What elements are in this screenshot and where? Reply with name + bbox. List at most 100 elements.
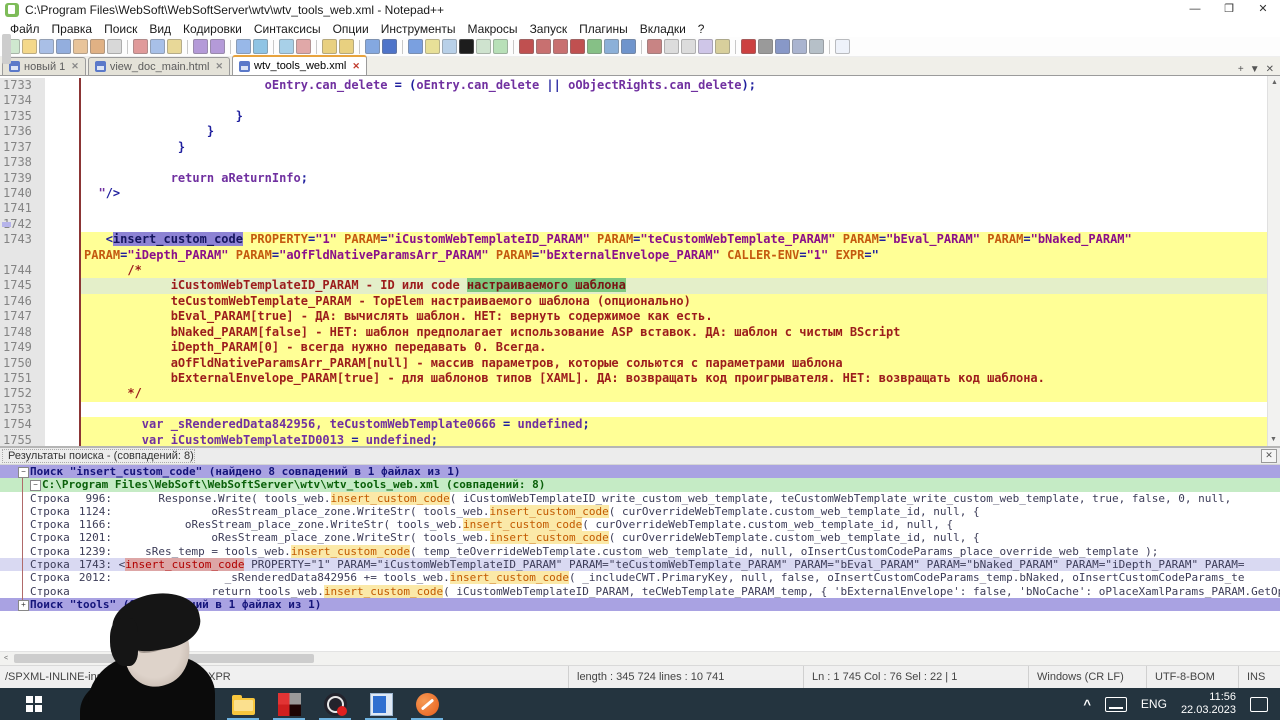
menu-item-Запуск[interactable]: Запуск xyxy=(524,21,574,37)
editor-line[interactable]: 1745 iCustomWebTemplateID_PARAM - ID или… xyxy=(0,278,1267,294)
menu-item-Вкладки[interactable]: Вкладки xyxy=(634,21,692,37)
macro-run-icon[interactable] xyxy=(621,39,636,54)
sync-horizontal-icon[interactable] xyxy=(339,39,354,54)
undo-icon[interactable] xyxy=(193,39,208,54)
step-over-icon[interactable] xyxy=(775,39,790,54)
tab-close-icon[interactable]: ✕ xyxy=(71,61,79,72)
copy-icon[interactable] xyxy=(150,39,165,54)
print-icon[interactable] xyxy=(107,39,122,54)
sync-vertical-icon[interactable] xyxy=(322,39,337,54)
show-symbols-icon[interactable] xyxy=(382,39,397,54)
editor-line[interactable]: 1735 } xyxy=(0,108,1267,125)
tab-wtv_tools_web.xml[interactable]: wtv_tools_web.xml ✕ xyxy=(232,55,367,75)
word-wrap-icon[interactable] xyxy=(365,39,380,54)
taskbar-app-obs-studio[interactable] xyxy=(312,688,358,720)
zoom-in-icon[interactable] xyxy=(279,39,294,54)
eye-icon[interactable] xyxy=(715,39,730,54)
menu-item-Вид[interactable]: Вид xyxy=(143,21,177,37)
file-header-row[interactable]: C:\Program Files\WebSoft\WebSoftServer\w… xyxy=(0,478,1280,492)
doc2-icon[interactable] xyxy=(681,39,696,54)
indent-guide-icon[interactable] xyxy=(408,39,423,54)
func-list-icon[interactable] xyxy=(792,39,807,54)
keyboard-layout-icon[interactable] xyxy=(1104,696,1127,712)
result-row[interactable]: Строка 2012: _sRenderedData842956 += tool… xyxy=(0,571,1280,585)
editor-line[interactable]: 1743 <insert_custom_code PROPERTY="1" PA… xyxy=(0,232,1267,248)
editor-line[interactable]: 1754 var _sRenderedData842956, teCustomW… xyxy=(0,417,1267,433)
editor-line[interactable]: 1751 bExternalEnvelope_PARAM[true] - для… xyxy=(0,371,1267,387)
status-eol-format[interactable]: Windows (CR LF) xyxy=(1028,666,1146,688)
restore-button[interactable]: ❐ xyxy=(1212,0,1246,20)
console-icon[interactable] xyxy=(459,39,474,54)
taskbar-app-blue-window-app[interactable] xyxy=(358,688,404,720)
editor-line[interactable]: 1742 xyxy=(0,216,1267,233)
result-row[interactable]: Строка 1743: <insert_custom_code PROPERTY… xyxy=(0,558,1280,572)
result-row[interactable]: Строка return tools_web.insert_custom_co… xyxy=(0,584,1280,598)
new-tab-button[interactable]: + xyxy=(1238,64,1244,75)
result-row[interactable]: Строка 1166: oResStream_place_zone.WriteS… xyxy=(0,518,1280,532)
doc1-icon[interactable] xyxy=(664,39,679,54)
editor-line[interactable]: 1746 teCustomWebTemplate_PARAM - TopElem… xyxy=(0,293,1267,310)
menu-item-Макросы[interactable]: Макросы xyxy=(462,21,524,37)
editor-line[interactable]: PARAM="iDepth_PARAM" PARAM="aOfFldNative… xyxy=(0,247,1267,264)
macro-save-icon[interactable] xyxy=(587,39,602,54)
expand-search-icon[interactable]: + xyxy=(18,600,29,611)
help-icon[interactable] xyxy=(835,39,850,54)
scroll-up-arrow-icon[interactable]: ▲ xyxy=(1268,76,1280,89)
menu-item-Опции[interactable]: Опции xyxy=(327,21,375,37)
editor-area[interactable]: 1733 oEntry.can_delete = (oEntry.can_del… xyxy=(0,76,1280,446)
close-icon[interactable] xyxy=(73,39,88,54)
zoom-out-icon[interactable] xyxy=(296,39,311,54)
tab-list-button[interactable]: ▼ xyxy=(1250,64,1260,75)
menu-item-Плагины[interactable]: Плагины xyxy=(573,21,634,37)
editor-line[interactable]: 1741 xyxy=(0,201,1267,217)
paste-icon[interactable] xyxy=(167,39,182,54)
panel-scroll-left-arrow-icon[interactable]: < xyxy=(0,652,12,665)
editor-line[interactable]: 1733 oEntry.can_delete = (oEntry.can_del… xyxy=(0,78,1267,94)
status-encoding[interactable]: UTF-8-BOM xyxy=(1146,666,1238,688)
menu-item-Синтаксисы[interactable]: Синтаксисы xyxy=(248,21,327,37)
editor-line[interactable]: 1739 return aReturnInfo; xyxy=(0,170,1267,186)
result-row[interactable]: Строка 1124: oResStream_place_zone.WriteS… xyxy=(0,504,1280,518)
tiles-icon[interactable] xyxy=(809,39,824,54)
editor-line[interactable]: 1744 /* xyxy=(0,263,1267,279)
editor-line[interactable]: 1740 "/> xyxy=(0,185,1267,202)
editor-vertical-scrollbar[interactable]: ▲ xyxy=(1267,76,1280,446)
minimize-button[interactable]: — xyxy=(1178,0,1212,20)
menu-item-Кодировки[interactable]: Кодировки xyxy=(177,21,248,37)
nav-last-icon[interactable] xyxy=(570,39,585,54)
notification-center-icon[interactable] xyxy=(1250,696,1268,712)
find-icon[interactable] xyxy=(236,39,251,54)
menu-item-?[interactable]: ? xyxy=(692,21,711,37)
taskbar-app-chrome[interactable] xyxy=(174,688,220,720)
open-file-icon[interactable] xyxy=(22,39,37,54)
macro-play-icon[interactable] xyxy=(604,39,619,54)
editor-line[interactable]: 1734 xyxy=(0,93,1267,109)
doc-switcher-icon[interactable] xyxy=(425,39,440,54)
result-row[interactable]: Строка 1201: oResStream_place_zone.WriteS… xyxy=(0,531,1280,545)
tab-close-icon[interactable]: ✕ xyxy=(215,61,223,72)
save-all-icon[interactable] xyxy=(56,39,71,54)
search-header-row[interactable]: Поиск "insert_custom_code" (найдено 8 со… xyxy=(0,465,1280,479)
result-row[interactable]: Строка 1239: sRes_temp = tools_web.insert… xyxy=(0,544,1280,558)
collapsed-search-header-row[interactable]: Поиск "tools" (8 совпадений в 1 файлах и… xyxy=(0,597,1280,612)
menu-item-Правка[interactable]: Правка xyxy=(46,21,99,37)
collapse-search-icon[interactable]: − xyxy=(18,467,29,478)
panel-horizontal-scrollbar[interactable]: < xyxy=(0,651,1280,665)
editor-line[interactable]: 1737 } xyxy=(0,139,1267,156)
redo-icon[interactable] xyxy=(210,39,225,54)
replace-icon[interactable] xyxy=(253,39,268,54)
strike-icon[interactable] xyxy=(647,39,662,54)
stop-icon[interactable] xyxy=(758,39,773,54)
menu-item-Поиск[interactable]: Поиск xyxy=(98,21,143,37)
editor-line[interactable]: 1755 var iCustomWebTemplateID0013 = unde… xyxy=(0,432,1267,446)
record-icon[interactable] xyxy=(741,39,756,54)
editor-line[interactable]: 1736 } xyxy=(0,124,1267,140)
doc-map-icon[interactable] xyxy=(442,39,457,54)
editor-line[interactable]: 1753 xyxy=(0,401,1267,418)
taskbar-app-file-explorer[interactable] xyxy=(220,688,266,720)
taskbar-app-orange-ball-app[interactable] xyxy=(404,688,450,720)
save-icon[interactable] xyxy=(39,39,54,54)
close-button[interactable]: ✕ xyxy=(1246,0,1280,20)
editor-line[interactable]: 1752 */ xyxy=(0,386,1267,402)
panel-scrollbar-thumb[interactable] xyxy=(14,654,314,663)
